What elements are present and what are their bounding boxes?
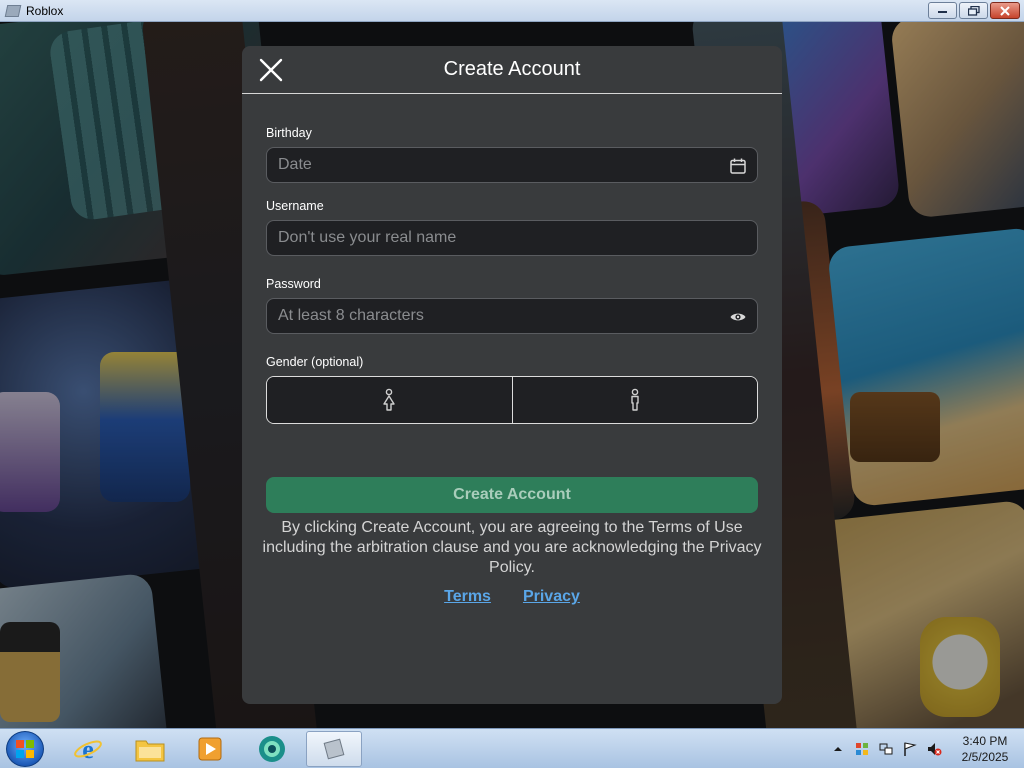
- create-account-dialog: Create Account Birthday Username Passwor…: [242, 46, 782, 704]
- minimize-icon: [937, 10, 947, 13]
- close-dialog-button[interactable]: [258, 57, 284, 83]
- password-input[interactable]: [267, 299, 757, 333]
- minimize-button[interactable]: [928, 2, 957, 19]
- username-label: Username: [266, 199, 324, 213]
- terms-link[interactable]: Terms: [444, 588, 491, 606]
- birthday-field[interactable]: [266, 147, 758, 183]
- volume-muted-icon[interactable]: [926, 741, 942, 757]
- female-icon: [383, 388, 395, 411]
- password-field[interactable]: [266, 298, 758, 334]
- legal-links: Terms Privacy: [242, 588, 782, 606]
- window-title-bar: Roblox: [0, 0, 1024, 22]
- username-input[interactable]: [267, 221, 757, 255]
- action-center-flag-icon[interactable]: [902, 741, 918, 757]
- file-explorer-icon: [135, 740, 165, 762]
- roblox-icon: [4, 4, 22, 17]
- restore-icon: [967, 5, 980, 16]
- privacy-link[interactable]: Privacy: [523, 588, 580, 606]
- browser-icon: [259, 736, 285, 762]
- roblox-icon: [323, 738, 345, 760]
- dialog-header: Create Account: [242, 46, 782, 94]
- close-window-button[interactable]: [990, 2, 1020, 19]
- gender-selector: [266, 376, 758, 424]
- window-controls: [928, 2, 1020, 19]
- system-tray: 3:40 PM 2/5/2025: [826, 729, 1024, 768]
- eye-icon[interactable]: [729, 308, 747, 326]
- close-icon: [1000, 5, 1010, 16]
- dialog-title: Create Account: [443, 58, 581, 80]
- window-title: Roblox: [26, 3, 64, 18]
- show-hidden-icons-icon[interactable]: [830, 741, 846, 757]
- birthday-label: Birthday: [266, 126, 312, 140]
- network-icon[interactable]: [878, 741, 894, 757]
- internet-explorer-icon: e: [74, 735, 102, 764]
- maximize-button[interactable]: [959, 2, 988, 19]
- taskbar-roblox[interactable]: [306, 731, 362, 767]
- birthday-input[interactable]: [267, 148, 757, 182]
- start-button[interactable]: [6, 731, 44, 767]
- create-account-button[interactable]: Create Account: [266, 477, 758, 513]
- svg-text:e: e: [82, 735, 94, 764]
- taskbar: e 3:40 PM 2/5/2025: [0, 728, 1024, 768]
- male-icon: [631, 388, 639, 411]
- clock-date: 2/5/2025: [961, 750, 1009, 764]
- password-label: Password: [266, 277, 321, 291]
- media-player-icon: [198, 737, 222, 761]
- gender-female-button[interactable]: [267, 377, 512, 423]
- close-icon: [259, 58, 283, 82]
- taskbar-internet-explorer[interactable]: e: [60, 731, 116, 767]
- windows-flag-icon[interactable]: [854, 741, 870, 757]
- taskbar-file-explorer[interactable]: [122, 731, 178, 767]
- windows-logo-icon: [16, 740, 34, 758]
- gender-male-button[interactable]: [511, 377, 757, 423]
- calendar-icon[interactable]: [729, 157, 747, 175]
- clock-time: 3:40 PM: [962, 734, 1008, 748]
- taskbar-media-player[interactable]: [182, 731, 238, 767]
- gender-label: Gender (optional): [266, 355, 364, 369]
- system-clock[interactable]: 3:40 PM 2/5/2025: [946, 733, 1024, 765]
- taskbar-browser[interactable]: [244, 731, 300, 767]
- username-field[interactable]: [266, 220, 758, 256]
- legal-notice: By clicking Create Account, you are agre…: [262, 519, 762, 576]
